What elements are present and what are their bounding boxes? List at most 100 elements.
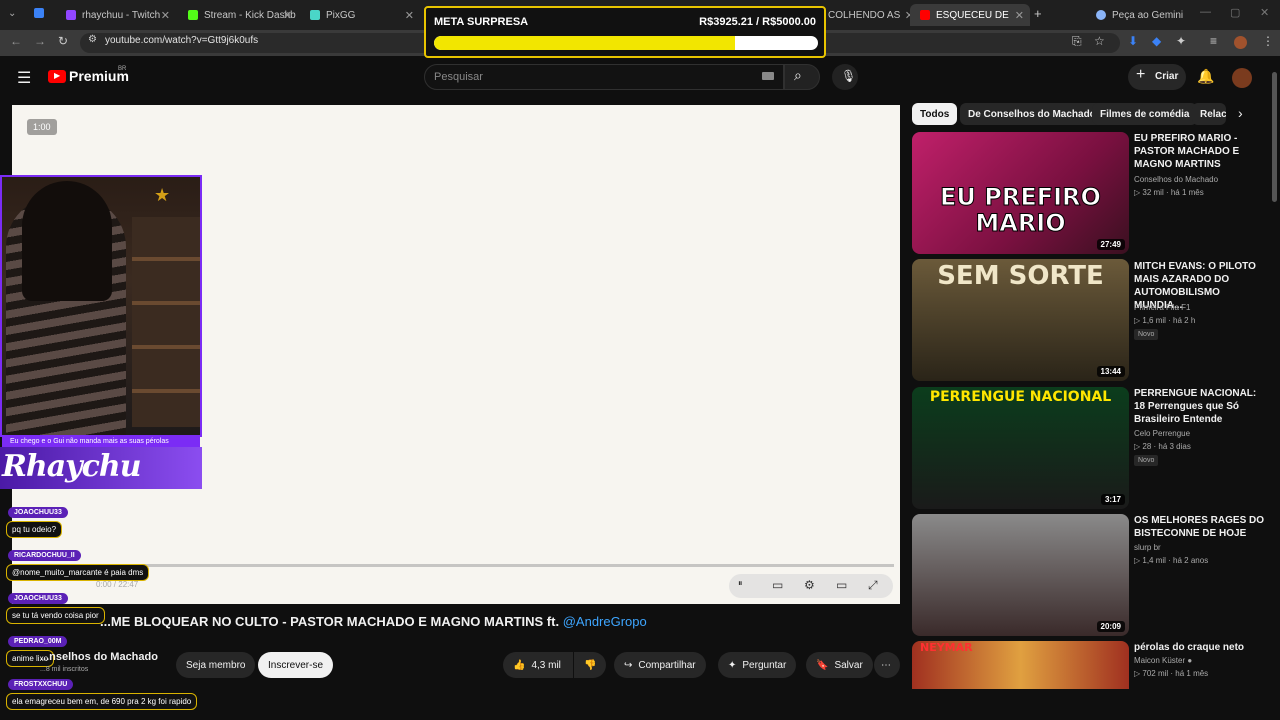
chip-all[interactable]: Todos (912, 103, 958, 125)
hamburger-menu-icon[interactable]: ☰ (17, 68, 31, 88)
join-button[interactable]: Seja membro (176, 652, 256, 678)
chips-next-icon[interactable]: › (1238, 105, 1243, 121)
mention-link[interactable]: @AndreGropo (563, 614, 647, 629)
fullscreen-icon[interactable]: ⤢ (868, 578, 878, 593)
thumbs-down-icon: 👎 (584, 659, 597, 671)
site-info-icon[interactable]: ⚙ (88, 34, 97, 45)
reading-list-icon[interactable]: ≡ (1210, 34, 1217, 48)
share-label: Compartilhar (638, 659, 696, 671)
page-scrollbar[interactable] (1272, 72, 1277, 202)
gemini-icon (1096, 10, 1106, 20)
tab-gemini[interactable]: Peça ao Gemini (1086, 4, 1196, 26)
more-icon: ⋯ (881, 659, 891, 671)
extension-icon[interactable]: ◆ (1152, 34, 1161, 48)
channel-name[interactable]: Primeira Fila F1 (1134, 303, 1190, 312)
close-tab-icon[interactable]: ✕ (161, 9, 170, 22)
chip-comedy[interactable]: Filmes de comédia (1092, 103, 1198, 125)
tab-pixgg[interactable]: PixGG ✕ (300, 4, 420, 26)
video-stats: ▷ 1,6 mil · há 2 h (1134, 316, 1196, 325)
plus-icon: + (1136, 66, 1146, 83)
channel-name[interactable]: Celo Perrengue (1134, 429, 1190, 438)
bookmark-star-icon[interactable]: ☆ (1094, 34, 1105, 48)
more-actions-button[interactable]: ⋯ (874, 652, 900, 678)
channel-name[interactable]: Maicon Küster ● (1134, 656, 1192, 665)
tab-label: Peça ao Gemini (1112, 9, 1184, 21)
video-title[interactable]: PERRENGUE NACIONAL: 18 Perrengues que Só… (1134, 387, 1269, 426)
chat-username: JOAOCHUU33 (8, 507, 68, 518)
channel-name[interactable]: slurp br (1134, 543, 1161, 552)
kick-icon (188, 10, 198, 20)
video-duration: 13:44 (1096, 366, 1125, 377)
chat-username: RICARDOCHUU_II (8, 550, 81, 561)
url-text[interactable]: youtube.com/watch?v=Gtt9j6k0ufs (105, 35, 258, 46)
chip-channel[interactable]: De Conselhos do Machado (960, 103, 1104, 125)
video-duration: 27:49 (1096, 239, 1125, 250)
search-button[interactable] (784, 64, 820, 90)
video-thumbnail[interactable]: NEYMAR (912, 641, 1129, 689)
share-icon: ↪ (624, 659, 633, 671)
miniplayer-icon[interactable]: ▭ (836, 578, 847, 592)
subscribe-button[interactable]: Inscrever-se (258, 652, 334, 678)
download-icon[interactable]: ⬇ (1128, 34, 1138, 48)
video-stats: ▷ 32 mil · há 1 mês (1134, 188, 1204, 197)
video-thumbnail[interactable]: PERRENGUE NACIONAL 3:17 (912, 387, 1129, 509)
close-tab-icon[interactable]: ✕ (405, 9, 414, 22)
tab-search-icon[interactable]: ⌄ (8, 8, 16, 19)
forward-icon[interactable]: → (34, 34, 46, 48)
video-title[interactable]: EU PREFIRO MARIO - PASTOR MACHADO E MAGN… (1134, 132, 1269, 171)
back-icon[interactable]: ← (10, 34, 22, 48)
video-title[interactable]: OS MELHORES RAGES DO BISTECONNE DE HOJE (1134, 514, 1269, 540)
channel-name[interactable]: ...nselhos do Machado (40, 651, 158, 663)
thumbnail-caption: EU PREFIRO MARIO (940, 183, 1102, 237)
channel-name[interactable]: Conselhos do Machado (1134, 175, 1218, 184)
video-progress-bar[interactable] (22, 564, 894, 567)
reload-icon[interactable]: ↻ (58, 34, 68, 48)
save-label: Salvar (834, 659, 863, 671)
tab-label: COLHENDO AS (828, 9, 901, 21)
account-avatar[interactable] (1232, 68, 1252, 88)
video-duration: 3:17 (1100, 494, 1125, 505)
browser-menu-icon[interactable]: ⋮ (1262, 34, 1274, 48)
keyboard-icon[interactable] (762, 72, 774, 80)
save-button[interactable]: 🔖 Salvar (806, 652, 873, 678)
tab-label: ESQUECEU DE ME BL (936, 9, 1012, 21)
window-close-icon[interactable]: ✕ (1260, 6, 1269, 19)
chat-message: se tu tá vendo coisa pior (6, 607, 105, 624)
profile-avatar[interactable] (1234, 36, 1247, 49)
time-readout: 0:00 / 22:47 (96, 580, 139, 589)
minimize-icon[interactable]: — (1200, 6, 1211, 18)
like-button[interactable]: 👍 4,3 mil (503, 652, 573, 678)
extensions-puzzle-icon[interactable]: ✦ (1176, 34, 1186, 48)
pixgg-icon (310, 10, 320, 20)
tab-youtube-1[interactable]: COLHENDO AS ✕ (828, 4, 914, 26)
video-title[interactable]: pérolas do craque neto (1134, 641, 1269, 654)
like-count: 4,3 mil (531, 659, 561, 671)
install-app-icon[interactable]: ⎘ (1072, 34, 1082, 49)
close-tab-icon[interactable]: ✕ (1015, 9, 1024, 22)
new-tab-icon[interactable]: + (1034, 6, 1042, 21)
pause-icon[interactable]: ⏸ (738, 578, 743, 589)
ask-label: Perguntar (742, 659, 787, 671)
pinned-tab-icon[interactable] (34, 8, 44, 18)
video-thumbnail[interactable]: 20:09 (912, 514, 1129, 636)
video-thumbnail[interactable]: SEM SORTE 13:44 (912, 259, 1129, 381)
share-button[interactable]: ↪ Compartilhar (614, 652, 706, 678)
chat-username: JOAOCHUU33 (8, 593, 68, 604)
maximize-icon[interactable]: ▢ (1230, 6, 1240, 19)
notifications-bell-icon[interactable]: 🔔 (1197, 68, 1214, 85)
chip-related[interactable]: Relac (1192, 103, 1226, 125)
subtitles-icon[interactable]: ▭ (772, 578, 783, 592)
ask-button[interactable]: ✦ Perguntar (718, 652, 797, 678)
microphone-icon: 🎙 (841, 69, 857, 83)
dislike-button[interactable]: 👎 (574, 652, 606, 678)
tab-label: PixGG (326, 9, 356, 21)
bookmark-icon: 🔖 (816, 659, 829, 671)
video-thumbnail[interactable]: EU PREFIRO MARIO 27:49 (912, 132, 1129, 254)
tab-youtube-active[interactable]: ESQUECEU DE ME BL ✕ (910, 4, 1030, 26)
close-tab-icon[interactable]: ✕ (283, 9, 292, 22)
streamer-hair-image (22, 181, 112, 301)
tab-kick[interactable]: Stream - Kick Dashb ✕ (178, 4, 298, 26)
tab-twitch[interactable]: rhaychuu - Twitch ✕ (56, 4, 176, 26)
settings-gear-icon[interactable]: ⚙ (804, 578, 815, 592)
streamer-webcam: ★ (0, 175, 202, 437)
